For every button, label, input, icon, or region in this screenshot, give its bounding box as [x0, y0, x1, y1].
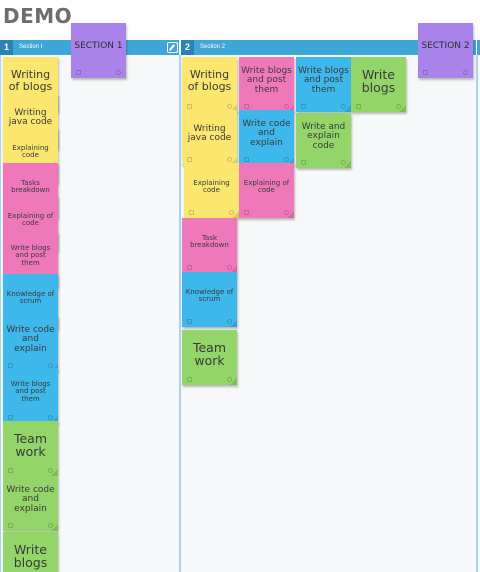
note-checkbox-icon[interactable]	[356, 104, 361, 109]
note-checkbox-icon[interactable]	[244, 104, 249, 109]
note-text: Write and explain code	[301, 121, 346, 151]
sticky-note[interactable]: Knowledge of scrum	[182, 272, 237, 327]
note-dot-icon	[463, 70, 468, 75]
note-text: Knowledge of scrum	[185, 287, 234, 303]
column-number-2: 2	[181, 40, 194, 55]
sticky-note[interactable]: Write and explain code	[296, 113, 351, 168]
section-note-text: SECTION 2	[421, 41, 470, 52]
note-text: Write blogs	[13, 541, 48, 570]
note-checkbox-icon[interactable]	[76, 70, 81, 75]
note-checkbox-icon[interactable]	[8, 415, 13, 420]
sticky-note[interactable]: Write blogs and post them	[3, 368, 58, 423]
section-note-2[interactable]: SECTION 2	[418, 23, 473, 78]
note-dot-icon	[116, 70, 121, 75]
sticky-note[interactable]: Write blogs and post them	[296, 57, 351, 112]
note-text: Knowledge of scrum	[6, 289, 55, 305]
note-text: Team work	[192, 339, 227, 368]
note-checkbox-icon[interactable]	[187, 157, 192, 162]
sticky-note[interactable]: Task breakdown	[182, 218, 237, 273]
note-checkbox-icon[interactable]	[187, 319, 192, 324]
note-checkbox-icon[interactable]	[8, 523, 13, 528]
section-note-1[interactable]: SECTION 1	[71, 23, 126, 78]
note-text: Explaining code	[193, 178, 230, 194]
note-checkbox-icon[interactable]	[189, 210, 194, 215]
note-checkbox-icon[interactable]	[244, 157, 249, 162]
note-text: Write blogs and post them	[241, 65, 292, 95]
sticky-note[interactable]: Writing of blogs	[182, 57, 237, 112]
note-checkbox-icon[interactable]	[244, 210, 249, 215]
column-number-1: 1	[0, 40, 13, 55]
note-text: Writing java code	[187, 123, 232, 143]
note-fold	[344, 105, 351, 112]
note-text: Task breakdown	[190, 233, 229, 249]
note-text: Write blogs	[361, 66, 396, 95]
note-checkbox-icon[interactable]	[187, 104, 192, 109]
note-fold	[287, 211, 294, 218]
note-text: Writing of blogs	[8, 68, 53, 93]
section-note-text: SECTION 1	[74, 41, 123, 52]
note-text: Writing of blogs	[187, 68, 232, 93]
edit-icon[interactable]	[167, 42, 178, 53]
column-title-1: Section I	[19, 44, 43, 50]
sticky-note[interactable]: Explaining of code	[239, 163, 294, 218]
note-fold	[344, 161, 351, 168]
board-title: DEMO	[3, 4, 73, 28]
note-fold	[399, 105, 406, 112]
note-text: Write code and explain	[242, 118, 291, 148]
note-fold	[230, 378, 237, 385]
note-text: Write code and explain	[6, 324, 55, 354]
note-text: Write blogs and post them	[298, 65, 349, 95]
note-fold	[230, 320, 237, 327]
sticky-note[interactable]: Write code and explain	[239, 110, 294, 165]
sticky-note[interactable]: Write blogs	[3, 532, 58, 572]
sticky-note[interactable]: Team work	[182, 330, 237, 385]
sticky-note[interactable]: Writing java code	[182, 110, 237, 165]
note-text: Tasks breakdown	[11, 178, 50, 194]
note-text: Write blogs and post them	[10, 379, 51, 403]
sticky-note[interactable]: Write code and explain	[3, 316, 58, 371]
sticky-note[interactable]: Write blogs	[351, 57, 406, 112]
sticky-note[interactable]: Team work	[3, 421, 58, 476]
note-fold	[232, 211, 239, 218]
note-fold	[51, 524, 58, 531]
note-text: Write blogs and post them	[10, 243, 51, 267]
note-fold	[51, 469, 58, 476]
note-text: Explaining of code	[243, 178, 290, 194]
note-checkbox-icon[interactable]	[187, 265, 192, 270]
note-checkbox-icon[interactable]	[187, 377, 192, 382]
note-text: Writing java code	[8, 107, 53, 127]
note-checkbox-icon[interactable]	[423, 70, 428, 75]
note-text: Write code and explain	[6, 484, 55, 514]
column-title-2: Section 2	[200, 44, 226, 50]
note-checkbox-icon[interactable]	[301, 104, 306, 109]
note-checkbox-icon[interactable]	[301, 160, 306, 165]
note-checkbox-icon[interactable]	[8, 468, 13, 473]
sticky-note[interactable]: Write blogs and post them	[239, 57, 294, 112]
sticky-note[interactable]: Explaining code	[184, 163, 239, 218]
note-text: Team work	[13, 430, 48, 459]
sticky-note[interactable]: Write code and explain	[3, 476, 58, 531]
note-text: Explaining code	[12, 143, 49, 159]
note-text: Explaining of code	[7, 211, 54, 227]
